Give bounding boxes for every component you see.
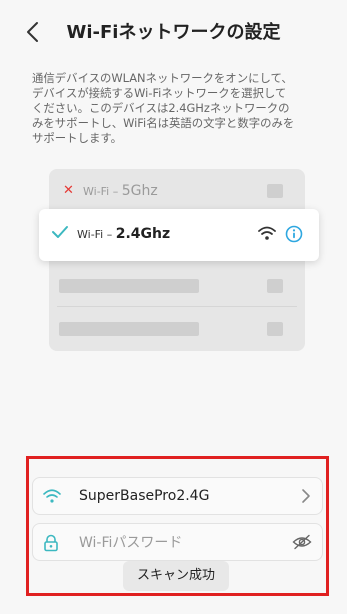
placeholder-bar bbox=[59, 278, 199, 293]
illustration-row-5ghz: ✕ Wi-Fi – 5Ghz bbox=[49, 169, 305, 212]
wifi-icon bbox=[43, 489, 61, 503]
lock-icon bbox=[44, 534, 58, 552]
placeholder-box bbox=[267, 278, 283, 293]
scan-success-toast: スキャン成功 bbox=[123, 561, 229, 591]
header: Wi-Fiネットワークの設定 bbox=[0, 0, 347, 64]
wifi-setup-screen: Wi-Fiネットワークの設定 通信デバイスのWLANネットワークをオンにして、 … bbox=[0, 0, 347, 614]
check-icon bbox=[52, 226, 68, 238]
placeholder-box bbox=[267, 321, 283, 336]
eye-off-icon[interactable] bbox=[292, 534, 312, 550]
instruction-text: 通信デバイスのWLANネットワークをオンにして、 デバイスが接続するWi-Fiネ… bbox=[32, 71, 295, 145]
placeholder-box bbox=[267, 183, 283, 198]
illustration-row-placeholder bbox=[49, 307, 305, 350]
placeholder-bar bbox=[59, 321, 199, 336]
illustration-24ghz-label: Wi-Fi – 2.4Ghz bbox=[77, 226, 171, 242]
illustration-5ghz-label: Wi-Fi – 5Ghz bbox=[83, 182, 158, 199]
password-field[interactable]: Wi-Fiパスワード bbox=[32, 523, 323, 561]
info-icon bbox=[285, 225, 303, 243]
page-title: Wi-Fiネットワークの設定 bbox=[66, 22, 281, 43]
wifi-icon bbox=[258, 226, 276, 240]
wifi-name-value: SuperBasePro2.4G bbox=[79, 488, 210, 504]
wifi-name-field[interactable]: SuperBasePro2.4G bbox=[32, 477, 323, 515]
chevron-right-icon[interactable] bbox=[300, 488, 312, 504]
illustration-row-placeholder bbox=[49, 264, 305, 307]
cross-icon: ✕ bbox=[63, 183, 74, 198]
password-placeholder: Wi-Fiパスワード bbox=[79, 535, 183, 551]
illustration-row-24ghz: Wi-Fi – 2.4Ghz bbox=[39, 209, 319, 261]
